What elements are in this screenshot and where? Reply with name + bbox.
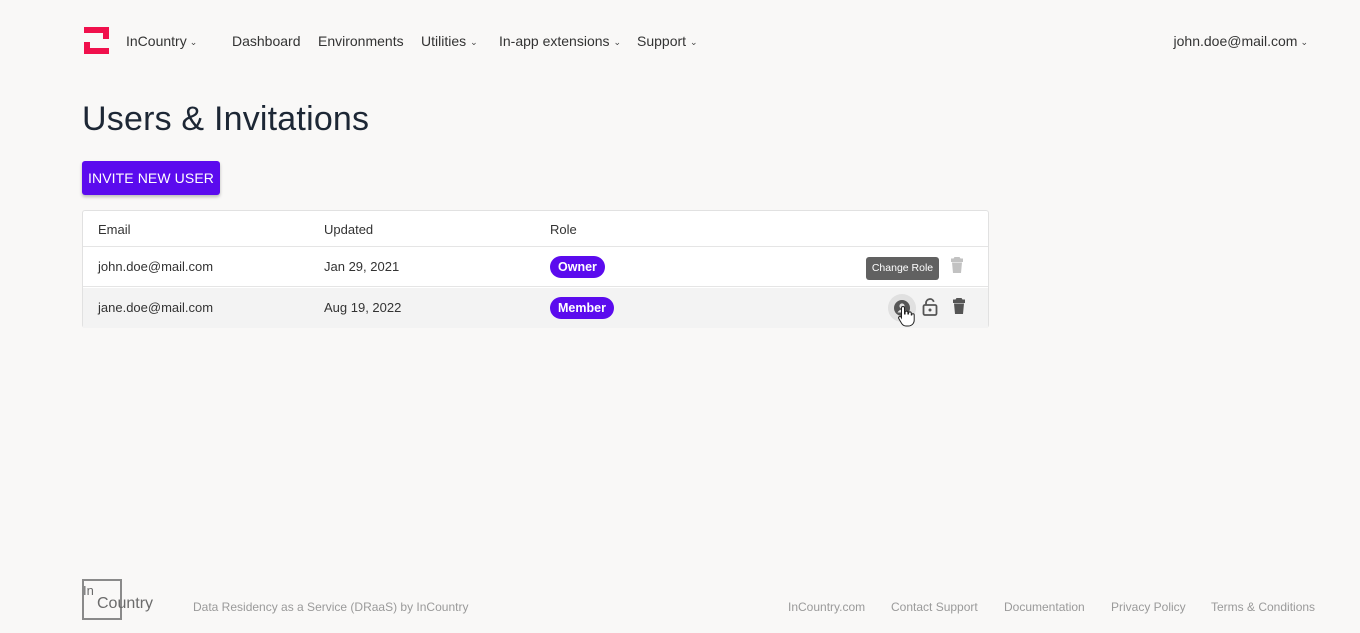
row-email: john.doe@mail.com — [98, 259, 214, 274]
footer-link-terms[interactable]: Terms & Conditions — [1211, 600, 1315, 614]
org-switcher[interactable]: InCountry ⌄ — [126, 33, 197, 49]
footer-link-contact-support[interactable]: Contact Support — [891, 600, 978, 614]
row-updated: Jan 29, 2021 — [324, 259, 400, 274]
row-updated: Aug 19, 2022 — [324, 300, 402, 315]
column-header-updated: Updated — [324, 222, 374, 237]
role-badge: Owner — [550, 256, 605, 278]
chevron-down-icon: ⌄ — [189, 36, 198, 47]
invite-new-user-button[interactable]: Invite new user — [82, 161, 220, 195]
delete-icon[interactable] — [952, 298, 970, 318]
top-header: InCountry ⌄ Dashboard Environments Utili… — [0, 0, 1360, 82]
footer-tagline: Data Residency as a Service (DRaaS) by I… — [193, 600, 469, 614]
footer-logo-text: In — [83, 583, 94, 598]
nav-in-app-extensions-label: In-app extensions — [499, 33, 610, 49]
chevron-down-icon: ⌄ — [613, 36, 622, 47]
user-email: john.doe@mail.com — [1173, 33, 1298, 49]
footer-incountry-logo[interactable]: In Country — [82, 579, 162, 620]
column-header-email: Email — [98, 222, 131, 237]
change-role-tooltip: Change Role — [866, 257, 939, 280]
chevron-down-icon: ⌄ — [690, 36, 698, 47]
footer-link-incountry[interactable]: InCountry.com — [788, 600, 865, 614]
nav-dashboard[interactable]: Dashboard — [232, 33, 301, 49]
table-header: Email Updated Role — [83, 211, 988, 247]
hand-cursor-icon — [898, 305, 915, 327]
footer-logo-text: Country — [97, 595, 154, 612]
table-row: jane.doe@mail.com Aug 19, 2022 Member — [83, 288, 988, 328]
delete-icon — [950, 257, 968, 277]
footer-link-privacy-policy[interactable]: Privacy Policy — [1111, 600, 1186, 614]
footer-link-documentation[interactable]: Documentation — [1004, 600, 1085, 614]
column-header-role: Role — [550, 222, 577, 237]
page-title: Users & Invitations — [82, 100, 370, 138]
nav-support-label: Support — [637, 33, 687, 49]
role-badge: Member — [550, 297, 614, 319]
nav-in-app-extensions[interactable]: In-app extensions ⌄ — [499, 33, 621, 49]
nav-environments[interactable]: Environments — [318, 33, 404, 49]
org-switcher-label: InCountry — [126, 33, 187, 49]
nav-dashboard-label: Dashboard — [232, 33, 301, 49]
nav-utilities-label: Utilities — [421, 33, 467, 49]
incountry-logo-icon[interactable] — [84, 27, 109, 54]
nav-support[interactable]: Support ⌄ — [637, 33, 698, 49]
nav-utilities[interactable]: Utilities ⌄ — [421, 33, 478, 49]
table-row: john.doe@mail.com Jan 29, 2021 Owner — [83, 247, 988, 287]
unlock-icon[interactable] — [922, 298, 940, 318]
users-table: Email Updated Role john.doe@mail.com Jan… — [82, 210, 989, 328]
nav-environments-label: Environments — [318, 33, 404, 49]
row-email: jane.doe@mail.com — [98, 300, 214, 315]
user-menu[interactable]: john.doe@mail.com ⌄ — [1174, 33, 1308, 49]
chevron-down-icon: ⌄ — [1300, 36, 1308, 47]
chevron-down-icon: ⌄ — [470, 36, 478, 47]
